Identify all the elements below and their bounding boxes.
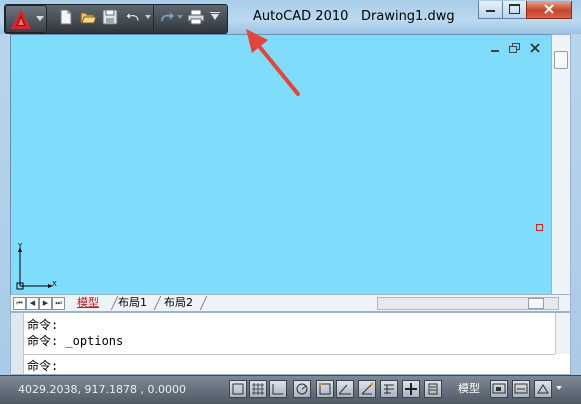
autocad-logo-icon (11, 9, 31, 29)
first-tab-button[interactable]: ⏮ (13, 297, 26, 310)
grid-display-icon[interactable] (269, 380, 287, 398)
command-window-grip[interactable] (11, 313, 24, 374)
application-menu-button[interactable] (5, 5, 47, 33)
horizontal-scrollbar[interactable] (377, 297, 559, 310)
close-icon (544, 4, 554, 14)
document-minimize-icon[interactable] (490, 43, 500, 53)
annotation-arrow-icon (246, 29, 300, 96)
model-space-label[interactable]: 模型 (458, 380, 480, 396)
cursor-marker (536, 224, 543, 231)
customize-dropdown-icon[interactable] (211, 14, 219, 20)
command-divider (23, 354, 555, 355)
status-bar-menu-icon[interactable] (556, 386, 562, 390)
horizontal-scroll-thumb[interactable] (528, 298, 544, 309)
next-tab-button[interactable]: ▶ (39, 297, 52, 310)
close-button[interactable] (526, 1, 572, 19)
lineweight-icon[interactable] (424, 380, 442, 398)
tab-divider (199, 296, 208, 310)
object-snap-tracking-icon[interactable] (358, 380, 376, 398)
quick-view-layouts-icon[interactable] (490, 380, 508, 398)
layout-tabs-bar: ⏮ ◀ ▶ ⏭ 模型 布局1 布局2 (10, 294, 571, 312)
document-restore-icon[interactable] (509, 43, 520, 53)
infer-constraints-icon[interactable] (229, 380, 247, 398)
ortho-mode-icon[interactable] (293, 380, 311, 398)
vertical-scrollbar[interactable] (551, 34, 571, 296)
tab-model[interactable]: 模型 (73, 295, 103, 310)
command-history-line: 命令: _options (27, 334, 124, 348)
last-tab-button[interactable]: ⏭ (52, 297, 65, 310)
polar-tracking-icon[interactable] (316, 380, 334, 398)
ucs-x-label: X (52, 280, 57, 288)
minimize-button[interactable] (478, 1, 503, 19)
maximize-icon (509, 4, 520, 14)
annotation-scale-icon[interactable] (534, 380, 552, 398)
tab-layout1[interactable]: 布局1 (114, 295, 151, 310)
vertical-scroll-thumb[interactable] (554, 51, 568, 69)
toolbar-divider (153, 5, 154, 31)
document-title: Drawing1.dwg (361, 9, 455, 24)
command-window: 命令: 命令: _options 命令: (10, 312, 571, 375)
app-title: AutoCAD 2010 (253, 9, 349, 24)
open-icon[interactable] (79, 8, 97, 26)
tab-layout2[interactable]: 布局2 (160, 295, 197, 310)
plot-icon[interactable] (187, 8, 205, 26)
dynamic-input-icon[interactable] (402, 380, 420, 398)
document-close-icon[interactable] (530, 43, 540, 53)
coordinates-readout: 4029.2038, 917.1878 , 0.0000 (18, 383, 186, 396)
ucs-icon: Y X (14, 242, 64, 292)
undo-icon[interactable] (125, 8, 143, 26)
redo-icon[interactable] (157, 8, 175, 26)
prev-tab-button[interactable]: ◀ (26, 297, 39, 310)
minimize-icon (486, 10, 495, 12)
object-snap-icon[interactable] (336, 380, 354, 398)
command-scrollbar[interactable] (555, 313, 570, 354)
snap-mode-icon[interactable] (249, 380, 267, 398)
save-icon[interactable] (101, 8, 119, 26)
dynamic-ucs-icon[interactable] (380, 380, 398, 398)
ucs-y-label: Y (18, 242, 23, 250)
command-prompt-input[interactable]: 命令: (27, 357, 58, 374)
new-icon[interactable] (57, 8, 75, 26)
chevron-down-icon (36, 16, 44, 21)
customize-bar (210, 12, 220, 13)
command-history-line: 命令: (27, 318, 59, 332)
redo-dropdown-icon[interactable] (177, 15, 183, 19)
status-bar: 4029.2038, 917.1878 , 0.0000 模型 (0, 375, 581, 404)
autocad-window: AutoCAD 2010 Drawing1.dwg Y X ⏮ ◀ ▶ ⏭ 模型… (0, 0, 581, 404)
quick-view-drawings-icon[interactable] (512, 380, 530, 398)
undo-dropdown-icon[interactable] (145, 15, 151, 19)
maximize-button[interactable] (502, 1, 527, 19)
